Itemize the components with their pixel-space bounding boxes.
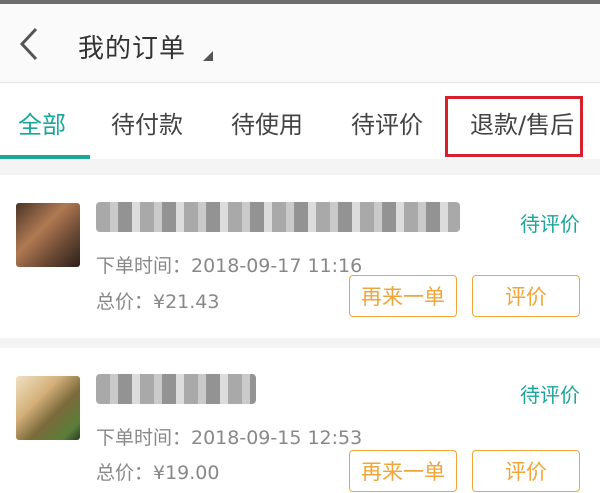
- blurred-shop-name: [96, 202, 460, 232]
- order-price: 总价：¥21.43: [96, 291, 220, 313]
- caret-down-icon[interactable]: [203, 51, 213, 61]
- buy-again-button[interactable]: 再来一单: [349, 450, 457, 492]
- order-price: 总价：¥19.00: [96, 462, 220, 484]
- tab-pending-use[interactable]: 待使用: [231, 105, 303, 140]
- rate-button[interactable]: 评价: [472, 450, 580, 492]
- order-tabs: 全部 待付款 待使用 待评价 退款/售后: [0, 83, 600, 159]
- order-status: 待评价: [520, 383, 580, 407]
- tab-pending-review[interactable]: 待评价: [351, 105, 423, 140]
- order-status: 待评价: [520, 212, 580, 236]
- app-header: 我的订单: [0, 4, 600, 83]
- tab-all[interactable]: 全部: [18, 105, 66, 140]
- refund-tab-highlight-box: [445, 96, 583, 157]
- order-thumbnail[interactable]: [16, 376, 80, 440]
- page-title[interactable]: 我的订单: [78, 28, 186, 65]
- chevron-left-icon: [19, 27, 38, 61]
- rate-button[interactable]: 评价: [472, 275, 580, 317]
- order-time: 下单时间：2018-09-17 11:16: [96, 255, 363, 277]
- buy-again-button[interactable]: 再来一单: [349, 275, 457, 317]
- active-tab-indicator: [0, 155, 90, 159]
- blurred-shop-name: [96, 374, 256, 404]
- order-time: 下单时间：2018-09-15 12:53: [96, 427, 363, 449]
- back-button[interactable]: [16, 26, 46, 62]
- order-card[interactable]: 待评价 下单时间：2018-09-17 11:16 总价：¥21.43 再来一单…: [0, 175, 600, 338]
- tab-pending-payment[interactable]: 待付款: [111, 105, 183, 140]
- order-card[interactable]: 待评价 下单时间：2018-09-15 12:53 总价：¥19.00 再来一单…: [0, 348, 600, 493]
- order-thumbnail[interactable]: [16, 203, 80, 267]
